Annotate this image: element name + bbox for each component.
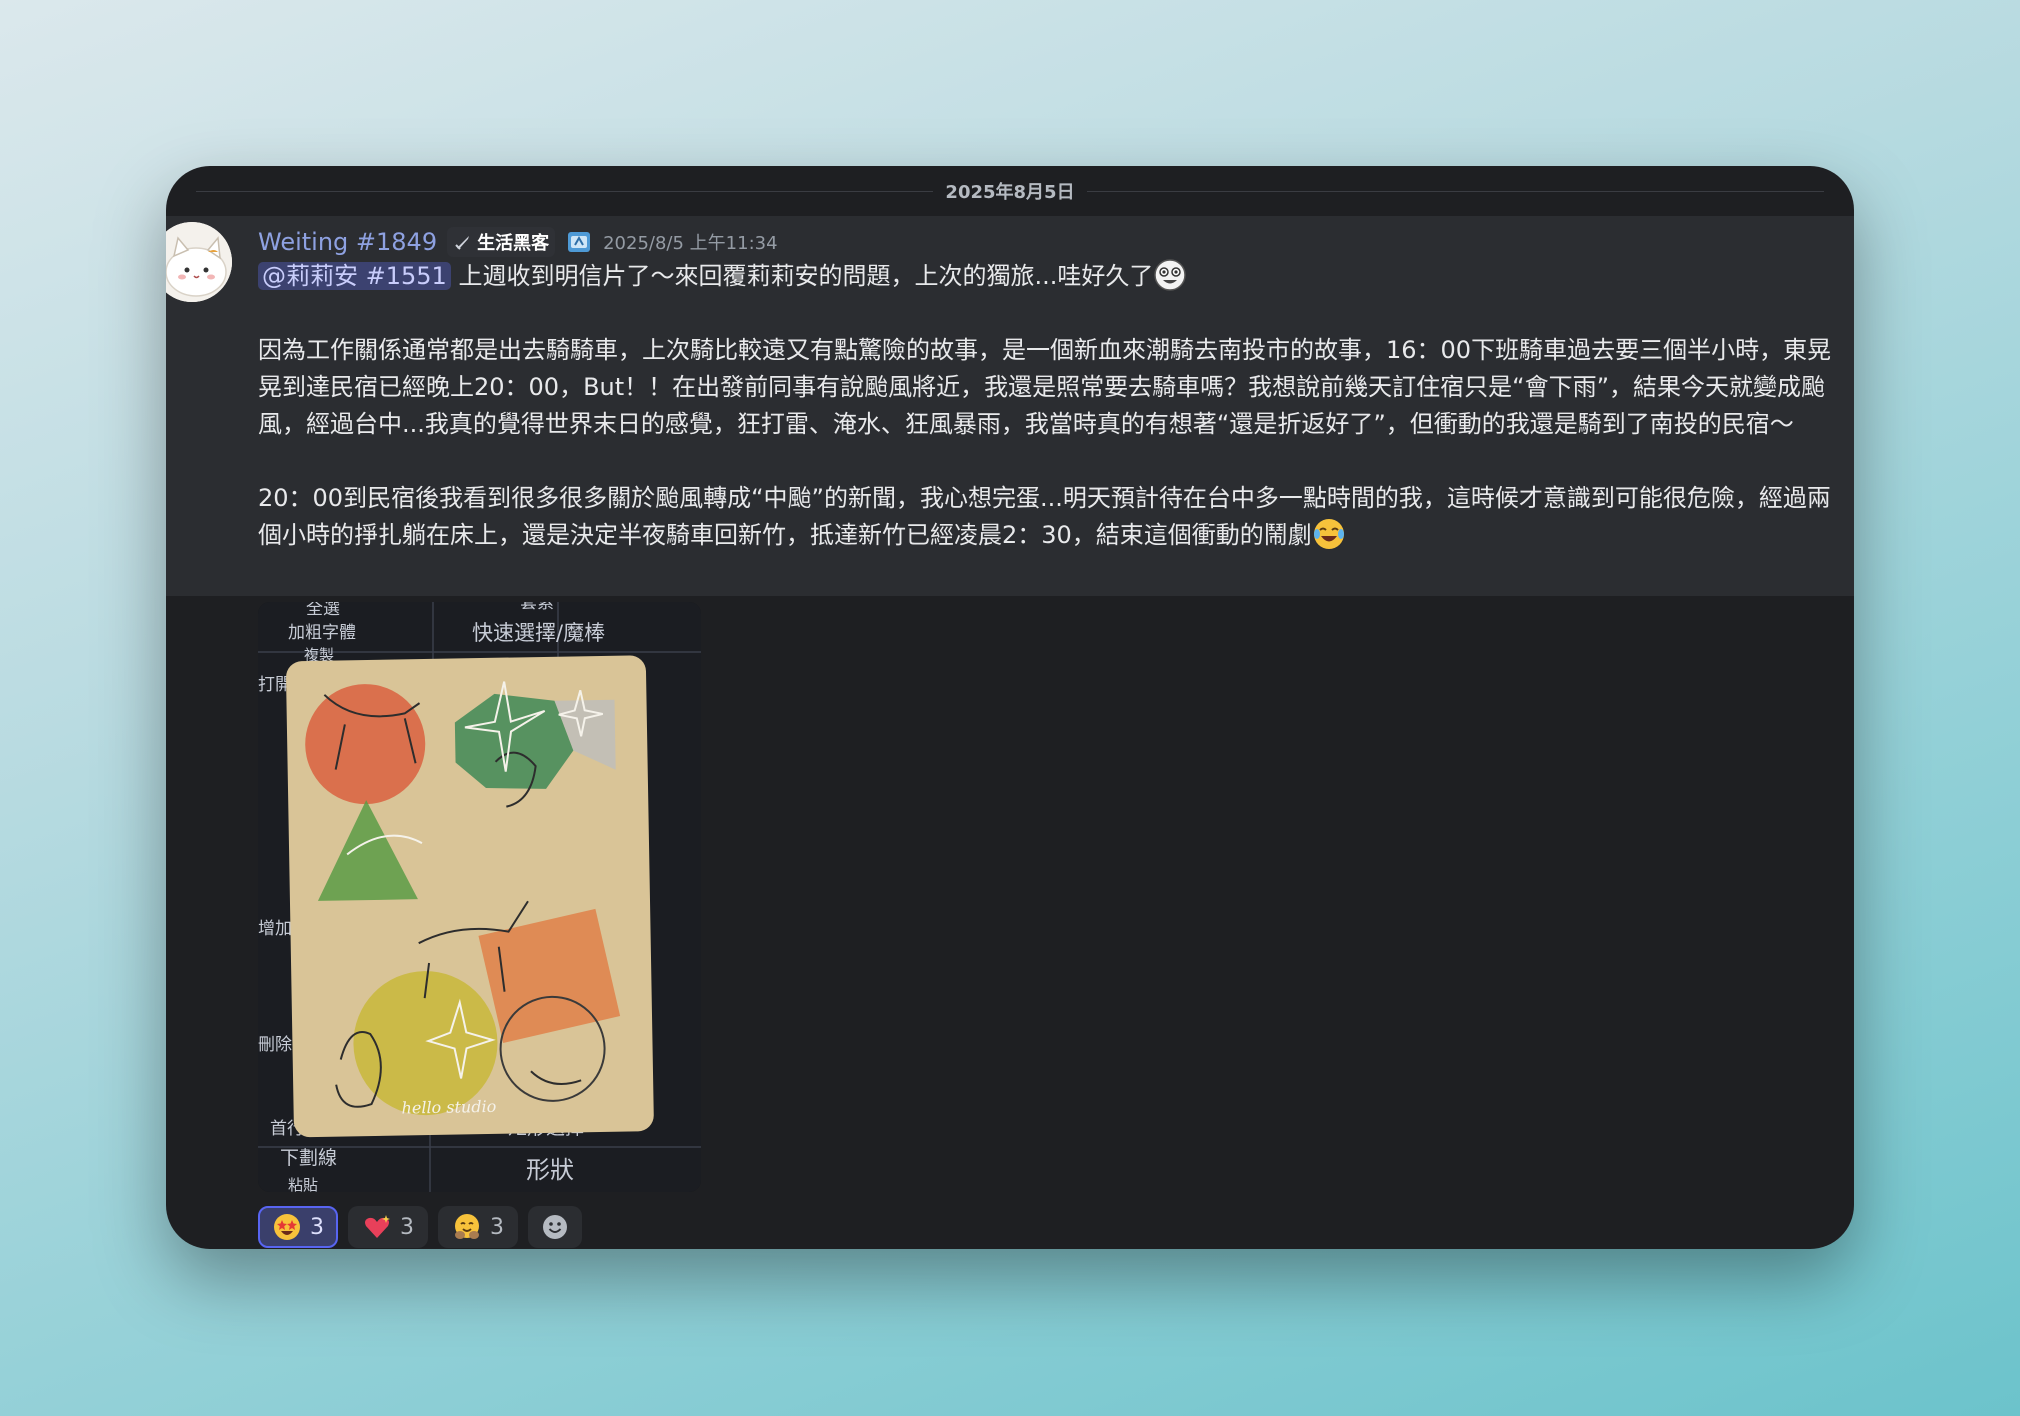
star-struck-emoji-icon bbox=[274, 1214, 300, 1240]
postcard-photo: 全選 加粗字體 複製 打開 套索 快速選擇/魔棒 增加 刪除 首行縮進 下劃線 … bbox=[258, 602, 701, 1192]
message-header: Weiting #1849 生活黑客 2025/8/5 上午11:34 bbox=[258, 224, 778, 260]
user-mention[interactable]: @莉莉安 #1551 bbox=[258, 262, 451, 290]
message-content: @莉莉安 #1551 上週收到明信片了～來回覆莉莉安的問題，上次的獨旅...哇好… bbox=[258, 258, 1838, 554]
overlay-text-increase: 增加 bbox=[258, 919, 292, 939]
role-tag-label: 生活黑客 bbox=[477, 233, 550, 254]
overlay-text-shape: 形狀 bbox=[526, 1156, 574, 1184]
reaction-bar: 3 3 3 bbox=[258, 1206, 582, 1249]
overlay-text-paste: 粘貼 bbox=[288, 1176, 318, 1192]
add-reaction-button[interactable] bbox=[528, 1206, 582, 1248]
overlay-text-select-all: 全選 bbox=[306, 602, 340, 619]
add-reaction-smiley-icon bbox=[543, 1215, 567, 1239]
reaction-sparkling-heart[interactable]: 3 bbox=[348, 1206, 428, 1248]
image-attachment[interactable]: 全選 加粗字體 複製 打開 套索 快速選擇/魔棒 增加 刪除 首行縮進 下劃線 … bbox=[258, 602, 701, 1192]
message-timestamp: 2025/8/5 上午11:34 bbox=[603, 233, 778, 254]
laughing-face-emoji-icon bbox=[1154, 259, 1187, 291]
overlay-text-lasso: 套索 bbox=[520, 602, 554, 613]
reaction-star-struck[interactable]: 3 bbox=[258, 1206, 338, 1248]
sword-icon bbox=[455, 236, 470, 250]
paragraph-1: 因為工作關係通常都是出去騎騎車，上次騎比較遠又有點驚險的故事，是一個新血來潮騎去… bbox=[258, 336, 1832, 438]
message-card: 2025年8月5日 Weiting #1849 生活黑客 2025/8/5 上午… bbox=[166, 166, 1854, 1249]
date-divider-label: 2025年8月5日 bbox=[933, 178, 1087, 204]
reaction-count: 3 bbox=[400, 1214, 414, 1240]
role-tag[interactable]: 生活黑客 bbox=[447, 227, 556, 257]
reaction-count: 3 bbox=[310, 1214, 324, 1240]
postcard-script: hello studio bbox=[401, 1097, 496, 1118]
overlay-text-delete: 刪除 bbox=[258, 1035, 292, 1055]
date-divider: 2025年8月5日 bbox=[166, 176, 1854, 206]
paragraph-2: 20：00到民宿後我看到很多很多關於颱風轉成“中颱”的新聞，我心想完蛋...明天… bbox=[258, 480, 1838, 554]
paragraph-2-text: 20：00到民宿後我看到很多很多關於颱風轉成“中颱”的新聞，我心想完蛋...明天… bbox=[258, 484, 1831, 549]
tears-of-joy-emoji-icon bbox=[1313, 519, 1344, 549]
overlay-text-quick-select: 快速選擇/魔棒 bbox=[472, 621, 605, 645]
reaction-count: 3 bbox=[490, 1214, 504, 1240]
first-line-text: 上週收到明信片了～來回覆莉莉安的問題，上次的獨旅...哇好久了 bbox=[458, 262, 1154, 290]
author-name[interactable]: Weiting #1849 bbox=[258, 228, 437, 256]
badge-icon[interactable] bbox=[565, 228, 593, 256]
overlay-text-underline: 下劃線 bbox=[280, 1147, 337, 1169]
hugging-face-emoji-icon bbox=[455, 1214, 479, 1239]
overlay-text-bold: 加粗字體 bbox=[288, 623, 356, 643]
reaction-hugging-face[interactable]: 3 bbox=[438, 1206, 518, 1248]
first-line: @莉莉安 #1551 上週收到明信片了～來回覆莉莉安的問題，上次的獨旅...哇好… bbox=[258, 258, 1838, 295]
sparkling-heart-emoji-icon bbox=[365, 1215, 390, 1238]
